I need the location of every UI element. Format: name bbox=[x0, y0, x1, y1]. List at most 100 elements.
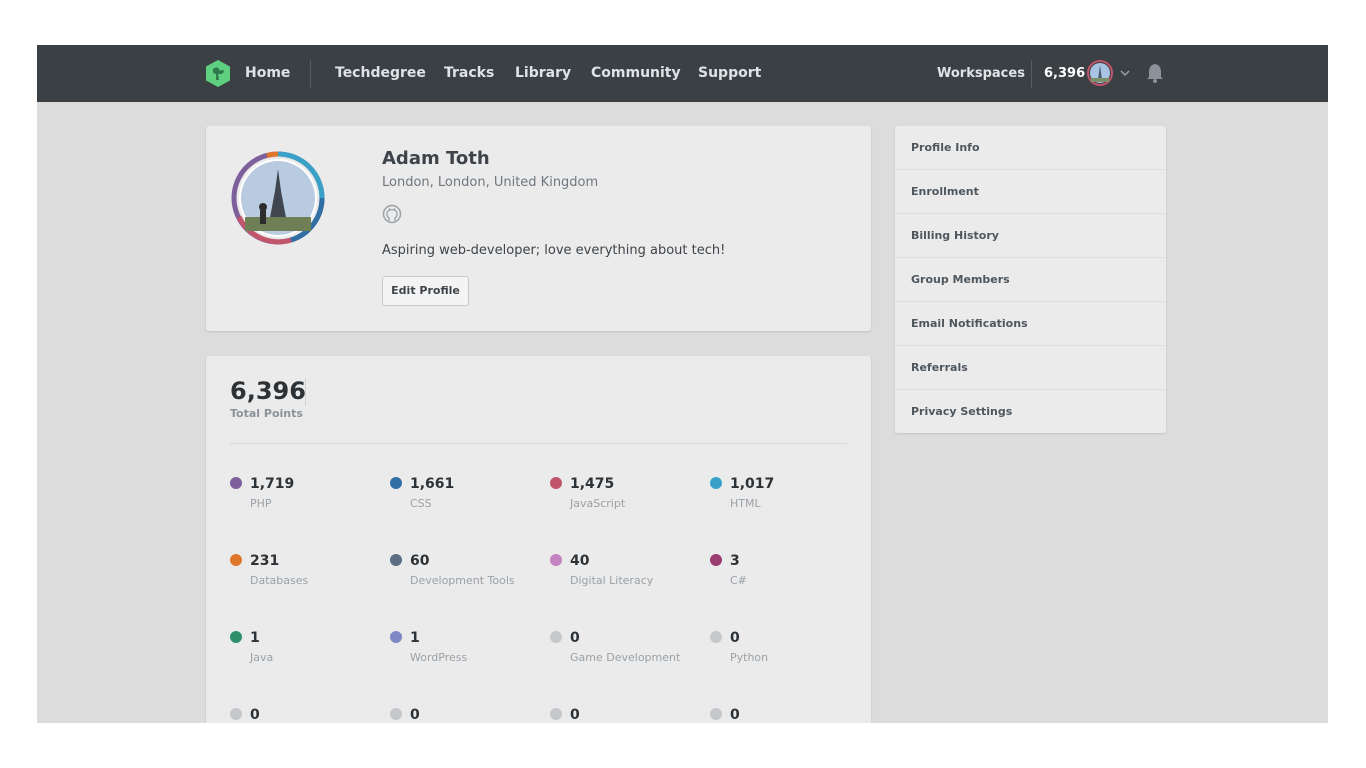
sidebar-item-referrals[interactable]: Referrals bbox=[895, 346, 1166, 390]
topic-points-value: 1,017 bbox=[730, 476, 775, 492]
topic-points-item: 0 Python bbox=[710, 630, 870, 690]
sidebar-item-label: Profile Info bbox=[911, 141, 980, 154]
topic-points-value: 3 bbox=[730, 553, 740, 569]
topic-points-item: 1,661 CSS bbox=[390, 476, 550, 536]
topic-color-dot bbox=[230, 477, 242, 489]
profile-name: Adam Toth bbox=[382, 148, 490, 169]
topic-label: Development Tools bbox=[410, 574, 515, 587]
github-icon[interactable] bbox=[382, 204, 402, 224]
topic-points-value: 1 bbox=[250, 630, 260, 646]
topic-points-value: 0 bbox=[570, 707, 580, 723]
topic-points-value: 40 bbox=[570, 553, 590, 569]
topic-points-item: 3 C# bbox=[710, 553, 870, 613]
topic-points-value: 0 bbox=[730, 707, 740, 723]
points-card: 6,396 Total Points 1,719 PHP 1,661 CSS 1,475… bbox=[206, 356, 871, 723]
topic-points-item: 60 Development Tools bbox=[390, 553, 550, 613]
sidebar-item-group-members[interactable]: Group Members bbox=[895, 258, 1166, 302]
nav-tracks-link[interactable]: Tracks bbox=[444, 65, 494, 82]
topic-label: C# bbox=[730, 574, 747, 587]
sidebar-item-label: Referrals bbox=[911, 361, 968, 374]
topic-color-dot bbox=[710, 477, 722, 489]
topic-points-item: 1,017 HTML bbox=[710, 476, 870, 536]
topic-color-dot bbox=[230, 708, 242, 720]
edit-profile-button[interactable]: Edit Profile bbox=[382, 276, 469, 306]
total-points-value: 6,396 bbox=[230, 377, 306, 405]
sidebar-item-profile-info[interactable]: Profile Info bbox=[895, 126, 1166, 170]
profile-location: London, London, United Kingdom bbox=[382, 175, 599, 190]
treehouse-logo-icon[interactable] bbox=[205, 60, 231, 87]
sidebar-item-enrollment[interactable]: Enrollment bbox=[895, 170, 1166, 214]
sidebar-item-label: Enrollment bbox=[911, 185, 979, 198]
sidebar-item-label: Billing History bbox=[911, 229, 999, 242]
bell-icon[interactable] bbox=[1144, 62, 1166, 84]
nav-points: 6,396 bbox=[1044, 66, 1086, 81]
nav-library-link[interactable]: Library bbox=[515, 65, 571, 82]
nav-community-link[interactable]: Community bbox=[591, 65, 681, 82]
page-viewport: Home Techdegree Tracks Library Community… bbox=[37, 45, 1328, 723]
topic-color-dot bbox=[550, 708, 562, 720]
topic-points-value: 0 bbox=[570, 630, 580, 646]
topic-points-value: 0 bbox=[250, 707, 260, 723]
topic-color-dot bbox=[710, 708, 722, 720]
nav-divider bbox=[310, 60, 311, 88]
total-points-label: Total Points bbox=[230, 407, 303, 420]
topic-points-value: 60 bbox=[410, 553, 430, 569]
topic-color-dot bbox=[710, 631, 722, 643]
topic-points-value: 1,475 bbox=[570, 476, 615, 492]
topic-points-value: 1,661 bbox=[410, 476, 455, 492]
topic-color-dot bbox=[390, 708, 402, 720]
topic-points-value: 1 bbox=[410, 630, 420, 646]
topic-points-item: 0 Game Development bbox=[550, 630, 710, 690]
topic-color-dot bbox=[390, 477, 402, 489]
topic-label: JavaScript bbox=[570, 497, 626, 510]
topic-color-dot bbox=[230, 554, 242, 566]
chevron-down-icon[interactable] bbox=[1119, 67, 1131, 79]
topic-color-dot bbox=[550, 554, 562, 566]
sidebar-item-label: Privacy Settings bbox=[911, 405, 1013, 418]
profile-bio: Aspiring web-developer; love everything … bbox=[382, 243, 726, 258]
topic-points-item: 1,475 JavaScript bbox=[550, 476, 710, 536]
topic-color-dot bbox=[550, 477, 562, 489]
topic-color-dot bbox=[390, 554, 402, 566]
topic-points-item: 231 Databases bbox=[230, 553, 390, 613]
topic-points-item: 1 WordPress bbox=[390, 630, 550, 690]
topic-points-item: 0 bbox=[710, 707, 870, 723]
topic-points-item: 1,719 PHP bbox=[230, 476, 390, 536]
topic-points-item: 0 bbox=[230, 707, 390, 723]
topic-label: WordPress bbox=[410, 651, 468, 664]
topic-label: Game Development bbox=[570, 651, 681, 664]
topic-label: CSS bbox=[410, 497, 432, 510]
account-sidebar: Profile Info Enrollment Billing History … bbox=[895, 126, 1166, 433]
topic-color-dot bbox=[710, 554, 722, 566]
topic-label: Java bbox=[250, 651, 274, 664]
points-divider bbox=[230, 443, 847, 444]
topic-points-item: 1 Java bbox=[230, 630, 390, 690]
user-avatar[interactable] bbox=[1087, 60, 1113, 86]
sidebar-item-label: Email Notifications bbox=[911, 317, 1028, 330]
topic-points-item: 0 bbox=[390, 707, 550, 723]
topic-label: HTML bbox=[730, 497, 761, 510]
profile-card: Adam Toth London, London, United Kingdom… bbox=[206, 126, 871, 331]
topic-color-dot bbox=[230, 631, 242, 643]
topic-label: Digital Literacy bbox=[570, 574, 654, 587]
nav-workspaces-link[interactable]: Workspaces bbox=[937, 65, 1025, 82]
topic-points-item: 0 bbox=[550, 707, 710, 723]
nav-support-link[interactable]: Support bbox=[698, 65, 761, 82]
sidebar-item-privacy-settings[interactable]: Privacy Settings bbox=[895, 390, 1166, 434]
topic-label: Python bbox=[730, 651, 769, 664]
topic-color-dot bbox=[550, 631, 562, 643]
sidebar-item-billing-history[interactable]: Billing History bbox=[895, 214, 1166, 258]
nav-home-link[interactable]: Home bbox=[245, 65, 290, 82]
topic-points-value: 0 bbox=[410, 707, 420, 723]
profile-avatar bbox=[231, 151, 325, 245]
topic-label: Databases bbox=[250, 574, 309, 587]
topic-points-value: 231 bbox=[250, 553, 280, 569]
sidebar-item-label: Group Members bbox=[911, 273, 1010, 286]
topic-points-value: 1,719 bbox=[250, 476, 295, 492]
nav-divider bbox=[1031, 60, 1032, 88]
topic-points-value: 0 bbox=[730, 630, 740, 646]
topic-label: PHP bbox=[250, 497, 272, 510]
nav-techdegree-link[interactable]: Techdegree bbox=[335, 65, 426, 82]
topic-color-dot bbox=[390, 631, 402, 643]
sidebar-item-email-notifications[interactable]: Email Notifications bbox=[895, 302, 1166, 346]
